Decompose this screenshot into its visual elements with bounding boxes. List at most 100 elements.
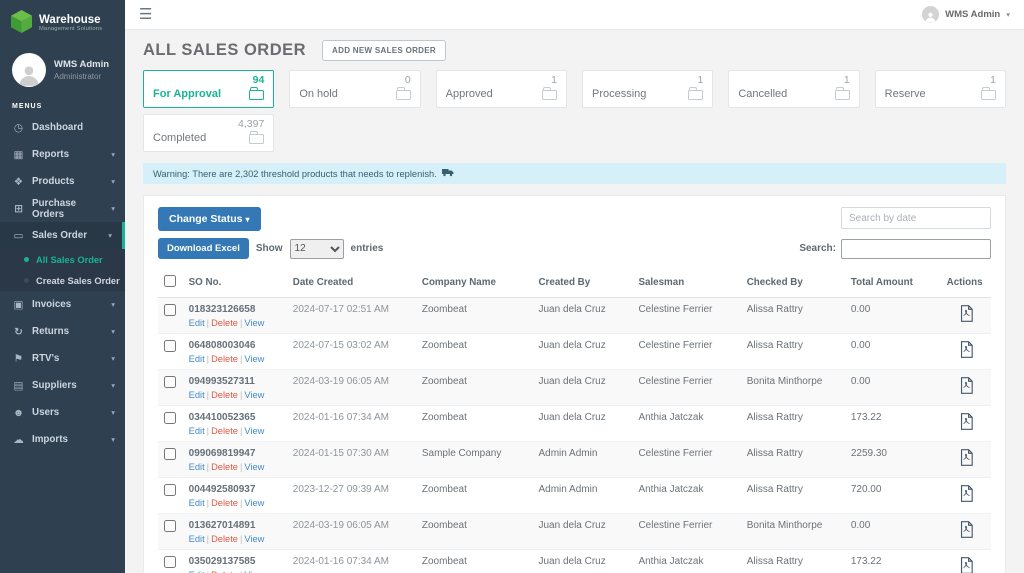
edit-link[interactable]: Edit [189,498,205,508]
products-icon: ❖ [12,176,25,188]
sidebar-item-label: RTV's [32,353,59,364]
sidebar-item-imports[interactable]: ☁ Imports ▾ [0,426,125,453]
sales-order-table: SO No. Date Created Company Name Created… [158,268,991,573]
column-header-checked-by[interactable]: Checked By [743,268,847,298]
table-row: 094993527311 Edit|Delete|View 2024-03-19… [158,370,991,406]
delete-link[interactable]: Delete [211,390,238,400]
delete-link[interactable]: Delete [211,354,238,364]
pdf-icon[interactable] [959,386,974,397]
delete-link[interactable]: Delete [211,426,238,436]
column-header-created-by[interactable]: Created By [534,268,634,298]
sidebar-item-sales-order[interactable]: ▭ Sales Order ▾ [0,222,125,249]
sidebar-item-purchase-orders[interactable]: ⊞ Purchase Orders ▾ [0,195,125,222]
so-number: 013627014891 [189,520,285,531]
status-card-processing[interactable]: 1 Processing [582,70,713,108]
pdf-icon[interactable] [959,422,974,433]
column-header-total-amount[interactable]: Total Amount [847,268,943,298]
folder-icon [396,90,411,100]
row-checkbox[interactable] [164,412,176,424]
status-label: On hold [299,88,338,100]
view-link[interactable]: View [244,534,264,544]
sidebar-item-suppliers[interactable]: ▤ Suppliers ▾ [0,372,125,399]
sidebar-item-users[interactable]: ☻ Users ▾ [0,399,125,426]
delete-link[interactable]: Delete [211,318,238,328]
search-by-date-input[interactable] [841,207,991,229]
edit-link[interactable]: Edit [189,426,205,436]
chevron-down-icon: ▾ [111,177,115,186]
row-checkbox[interactable] [164,556,176,568]
row-checkbox[interactable] [164,376,176,388]
row-checkbox[interactable] [164,484,176,496]
pdf-icon[interactable] [959,314,974,325]
pdf-icon[interactable] [959,458,974,469]
delete-link[interactable]: Delete [211,498,238,508]
status-card-reserve[interactable]: 1 Reserve [875,70,1006,108]
sidebar-item-label: Suppliers [32,380,77,391]
column-header-date-created[interactable]: Date Created [289,268,418,298]
checked-by-cell: Alissa Rattry [743,406,847,442]
sidebar-item-create-sales-order[interactable]: Create Sales Order [0,270,125,291]
column-header-salesman[interactable]: Salesman [634,268,742,298]
pdf-icon[interactable] [959,494,974,505]
date-created-cell: 2024-07-15 03:02 AM [289,334,418,370]
entries-per-page-select[interactable]: 12 [290,239,344,259]
column-header-so-no[interactable]: SO No. [185,268,289,298]
so-number: 064808003046 [189,340,285,351]
delete-link[interactable]: Delete [211,462,238,472]
brand-logo[interactable]: Warehouse Management Solutions [0,0,125,47]
tag-icon: ⚑ [12,353,25,365]
topbar-user-menu[interactable]: WMS Admin ▾ [922,6,1010,23]
row-checkbox[interactable] [164,448,176,460]
column-header-company-name[interactable]: Company Name [418,268,535,298]
edit-link[interactable]: Edit [189,534,205,544]
sidebar-item-products[interactable]: ❖ Products ▾ [0,168,125,195]
change-status-button[interactable]: Change Status▾ [158,207,261,231]
view-link[interactable]: View [244,354,264,364]
edit-link[interactable]: Edit [189,318,205,328]
status-card-on-hold[interactable]: 0 On hold [289,70,420,108]
add-new-sales-order-button[interactable]: ADD NEW SALES ORDER [322,40,446,61]
status-label: Processing [592,88,646,100]
status-card-approved[interactable]: 1 Approved [436,70,567,108]
show-label: Show [256,243,283,254]
edit-link[interactable]: Edit [189,390,205,400]
search-input[interactable] [841,239,991,259]
sidebar-item-returns[interactable]: ↻ Returns ▾ [0,318,125,345]
created-by-cell: Juan dela Cruz [534,406,634,442]
delete-link[interactable]: Delete [211,534,238,544]
status-card-for-approval[interactable]: 94 For Approval [143,70,274,108]
status-label: Reserve [885,88,926,100]
status-count: 94 [153,75,264,87]
created-by-cell: Juan dela Cruz [534,298,634,334]
view-link[interactable]: View [244,390,264,400]
view-link[interactable]: View [244,498,264,508]
view-link[interactable]: View [244,318,264,328]
sidebar-item-reports[interactable]: ▦ Reports ▾ [0,141,125,168]
view-link[interactable]: View [244,426,264,436]
sidebar-item-rtvs[interactable]: ⚑ RTV's ▾ [0,345,125,372]
users-icon: ☻ [12,407,25,419]
row-checkbox[interactable] [164,520,176,532]
view-link[interactable]: View [244,462,264,472]
status-card-cancelled[interactable]: 1 Cancelled [728,70,859,108]
edit-link[interactable]: Edit [189,354,205,364]
download-excel-button[interactable]: Download Excel [158,238,249,259]
pdf-icon[interactable] [959,350,974,361]
pdf-icon[interactable] [959,530,974,541]
checked-by-cell: Alissa Rattry [743,550,847,573]
edit-link[interactable]: Edit [189,462,205,472]
row-checkbox[interactable] [164,340,176,352]
returns-icon: ↻ [12,326,25,338]
sidebar-item-dashboard[interactable]: ◷ Dashboard [0,114,125,141]
pdf-icon[interactable] [959,566,974,573]
select-all-checkbox[interactable] [164,275,176,287]
sidebar-subitem-label: Create Sales Order [36,276,120,286]
sidebar-item-invoices[interactable]: ▣ Invoices ▾ [0,291,125,318]
table-row: 013627014891 Edit|Delete|View 2024-03-19… [158,514,991,550]
sidebar-item-all-sales-order[interactable]: All Sales Order [0,249,125,270]
total-amount-cell: 0.00 [847,514,943,550]
status-card-completed[interactable]: 4,397 Completed [143,114,274,152]
hamburger-menu-icon[interactable]: ☰ [139,7,152,22]
row-checkbox[interactable] [164,304,176,316]
wms-cube-logo-icon [10,9,33,37]
